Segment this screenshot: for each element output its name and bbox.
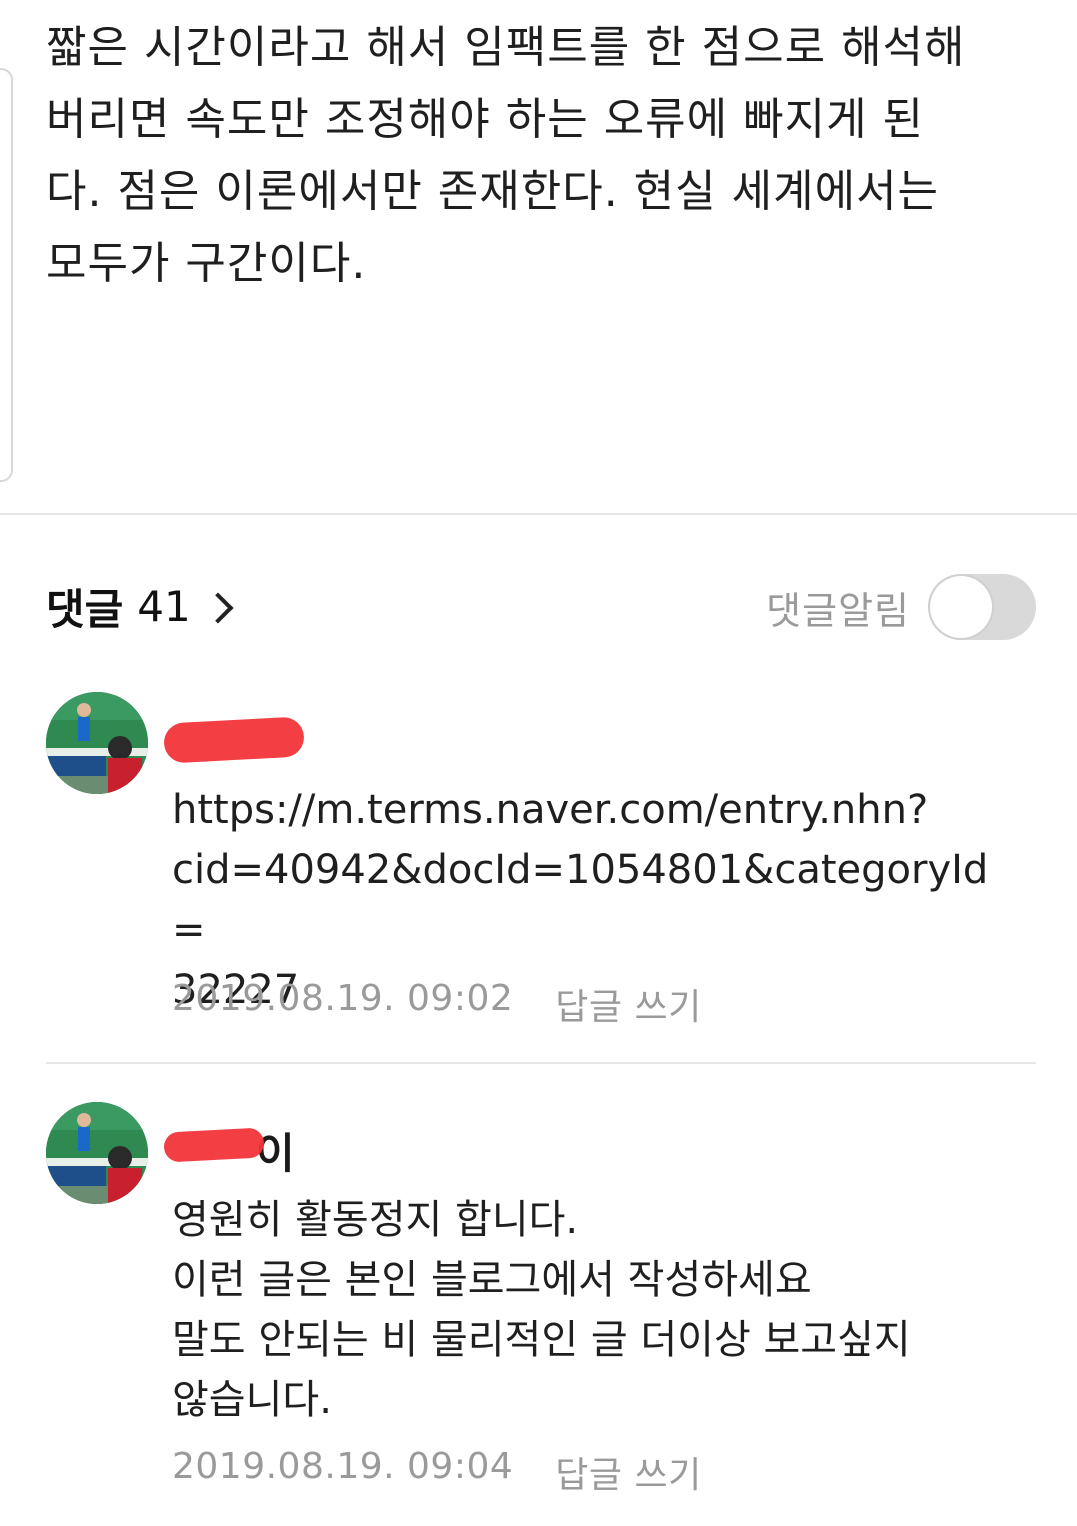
comment-divider <box>46 1062 1036 1064</box>
redaction-mark <box>163 716 305 764</box>
comment-line: 않습니다. <box>172 1377 332 1423</box>
comment-notify-toggle[interactable] <box>928 574 1036 640</box>
article-line: 모두가 구간이다. <box>46 238 367 289</box>
comment-body[interactable]: 영원히 활동정지 합니다. 이런 글은 본인 블로그에서 작성하세요 말도 안되… <box>172 1190 1002 1430</box>
comment-line: cid=40942&docId=1054801&categoryId= <box>172 847 989 953</box>
avatar-image <box>46 1102 148 1204</box>
article-body: 짧은 시간이라고 해서 임팩트를 한 점으로 해석해 버리면 속도만 조정해야 … <box>46 12 1046 300</box>
scrollbar-edge[interactable] <box>0 68 13 482</box>
article-line: 버리면 속도만 조정해야 하는 오류에 빠지게 된 <box>46 94 925 145</box>
article-line: 짧은 시간이라고 해서 임팩트를 한 점으로 해석해 <box>46 22 966 73</box>
comment-meta: 2019.08.19. 09:04 답글 쓰기 <box>172 1446 702 1498</box>
comment-timestamp: 2019.08.19. 09:02 <box>172 978 514 1019</box>
comment-notify-label: 댓글알림 <box>766 588 910 633</box>
comment-item: https://m.terms.naver.com/entry.nhn? cid… <box>46 692 1036 1032</box>
chevron-right-icon <box>202 591 234 624</box>
comment-meta: 2019.08.19. 09:02 답글 쓰기 <box>172 978 702 1030</box>
reply-button[interactable]: 답글 쓰기 <box>555 1446 701 1498</box>
comments-header: 댓글 41 댓글알림 <box>46 572 1036 642</box>
avatar[interactable] <box>46 692 148 794</box>
comments-count: 41 <box>137 582 191 631</box>
article-line: 다. 점은 이론에서만 존재한다. 현실 세계에서는 <box>46 166 940 217</box>
comment-item: 이 영원히 활동정지 합니다. 이런 글은 본인 블로그에서 작성하세요 말도 … <box>46 1102 1036 1502</box>
comment-line: https://m.terms.naver.com/entry.nhn? <box>172 787 929 833</box>
avatar[interactable] <box>46 1102 148 1204</box>
comments-title: 댓글 <box>46 585 124 634</box>
reply-button[interactable]: 답글 쓰기 <box>555 978 701 1030</box>
comment-line: 영원히 활동정지 합니다. <box>172 1197 579 1243</box>
section-divider <box>0 513 1077 515</box>
avatar-image <box>46 692 148 794</box>
comment-notify: 댓글알림 <box>766 572 1036 642</box>
comment-timestamp: 2019.08.19. 09:04 <box>172 1446 514 1487</box>
comments-link[interactable]: 댓글 41 <box>46 576 234 637</box>
comment-line: 말도 안되는 비 물리적인 글 더이상 보고싶지 <box>172 1317 911 1363</box>
toggle-knob <box>930 576 992 638</box>
comment-author[interactable]: 이 <box>163 1126 295 1182</box>
comment-line: 이런 글은 본인 블로그에서 작성하세요 <box>172 1257 812 1303</box>
redaction-mark <box>163 1127 265 1163</box>
